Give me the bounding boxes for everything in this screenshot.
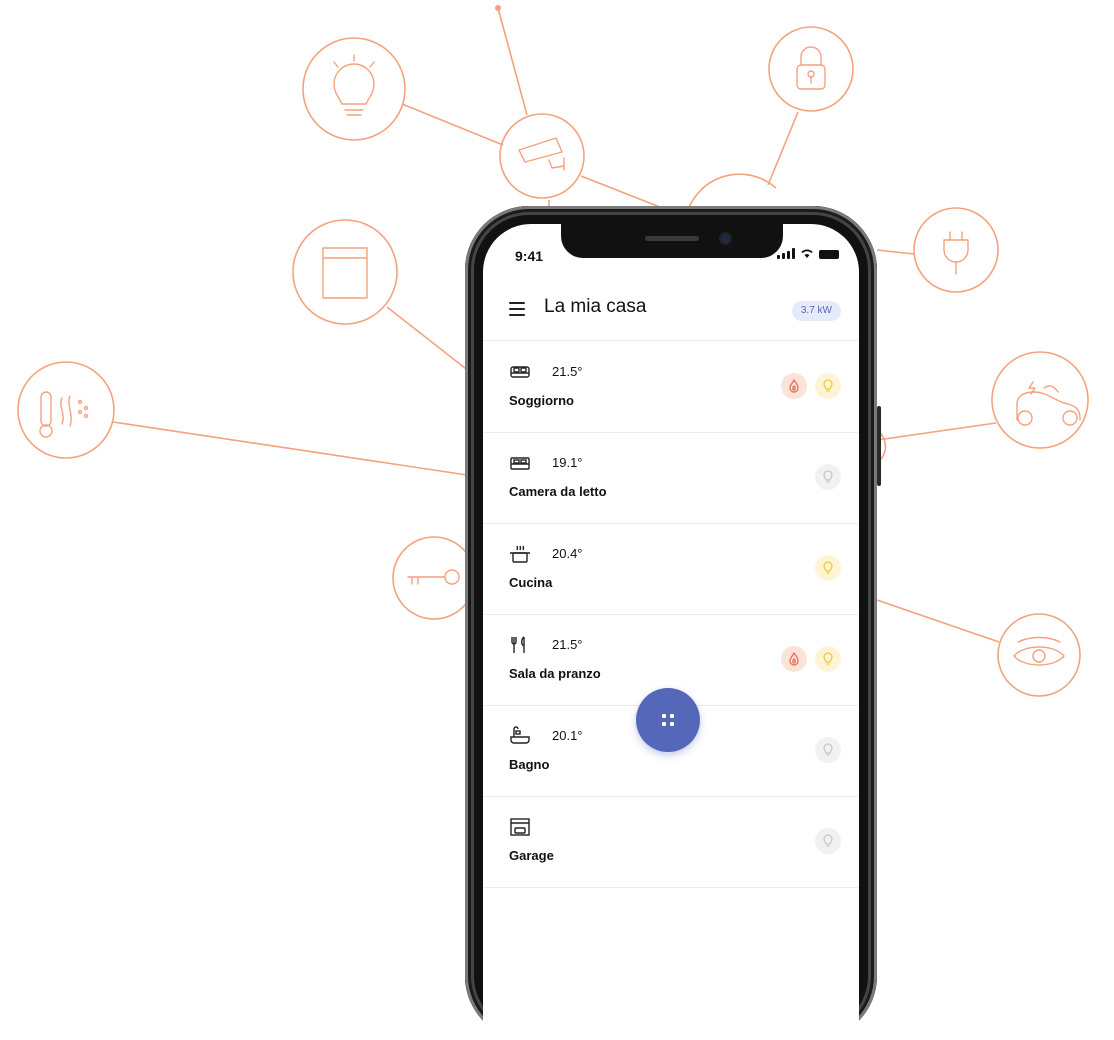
- room-temperature: 21.5°: [552, 637, 583, 652]
- grid-menu-button[interactable]: [636, 688, 700, 752]
- status-icons: [777, 248, 839, 259]
- plug-icon: [943, 231, 969, 275]
- dishwasher-icon: [322, 247, 368, 299]
- battery-icon: [819, 250, 839, 259]
- security-camera-icon: [518, 137, 565, 171]
- electric-car-icon: [1016, 381, 1081, 426]
- connector-end-dot: [495, 5, 501, 11]
- lock-icon: [796, 46, 826, 90]
- lightbulb-icon: [333, 54, 375, 116]
- connector-line: [876, 599, 1000, 643]
- room-row[interactable]: 21.5° Soggiorno: [483, 341, 859, 433]
- heating-flame-icon[interactable]: [781, 373, 807, 399]
- room-temperature: 20.1°: [552, 728, 583, 743]
- room-name: Soggiorno: [509, 393, 574, 408]
- speaker-grille: [645, 236, 699, 241]
- key-icon: [407, 569, 460, 585]
- bathtub-icon: [509, 726, 531, 746]
- thermometer-icon: [39, 391, 89, 438]
- heating-flame-icon[interactable]: [781, 646, 807, 672]
- room-row[interactable]: 20.4° Cucina: [483, 523, 859, 615]
- connector-line: [386, 306, 471, 373]
- bed-icon: [509, 453, 531, 473]
- room-name: Sala da pranzo: [509, 666, 601, 681]
- light-on-icon[interactable]: [815, 646, 841, 672]
- connector-line: [580, 175, 666, 210]
- light-off-icon[interactable]: [815, 464, 841, 490]
- status-time: 9:41: [515, 248, 544, 264]
- connector-line: [401, 103, 504, 146]
- pot-icon: [509, 544, 531, 564]
- room-name: Cucina: [509, 575, 553, 590]
- app-header: La mia casa 3.7 kW: [483, 294, 859, 341]
- garage-icon: [509, 817, 531, 837]
- connector-line: [876, 422, 997, 441]
- light-on-icon[interactable]: [815, 555, 841, 581]
- connector-line: [876, 249, 915, 255]
- connector-line: [767, 111, 799, 186]
- light-off-icon[interactable]: [815, 737, 841, 763]
- light-on-icon[interactable]: [815, 373, 841, 399]
- phone-notch: [561, 224, 783, 258]
- phone-screen: 9:41 La mia casa 3.7 kW 21.5° Soggiorno 19…: [483, 224, 859, 1040]
- grid-dots-icon: [662, 714, 666, 718]
- room-row[interactable]: Garage: [483, 796, 859, 888]
- wifi-icon: [801, 249, 813, 258]
- sofa-icon: [509, 362, 531, 382]
- light-off-icon[interactable]: [815, 828, 841, 854]
- room-name: Bagno: [509, 757, 550, 772]
- front-camera: [721, 234, 730, 243]
- menu-icon[interactable]: [509, 302, 525, 316]
- room-temperature: 20.4°: [552, 546, 583, 561]
- room-name: Camera da letto: [509, 484, 607, 499]
- signal-icon: [777, 248, 795, 259]
- room-temperature: 21.5°: [552, 364, 583, 379]
- connector-line: [112, 421, 468, 476]
- room-row[interactable]: 19.1° Camera da letto: [483, 432, 859, 524]
- room-temperature: 19.1°: [552, 455, 583, 470]
- room-name: Garage: [509, 848, 554, 863]
- connector-line: [497, 7, 528, 116]
- hub-circle-arc: [687, 173, 777, 211]
- power-usage-badge[interactable]: 3.7 kW: [791, 301, 841, 321]
- phone-frame: 9:41 La mia casa 3.7 kW 21.5° Soggiorno 19…: [465, 206, 881, 1040]
- eye-icon: [1013, 636, 1065, 666]
- page-title: La mia casa: [544, 296, 647, 317]
- cutlery-icon: [509, 635, 531, 655]
